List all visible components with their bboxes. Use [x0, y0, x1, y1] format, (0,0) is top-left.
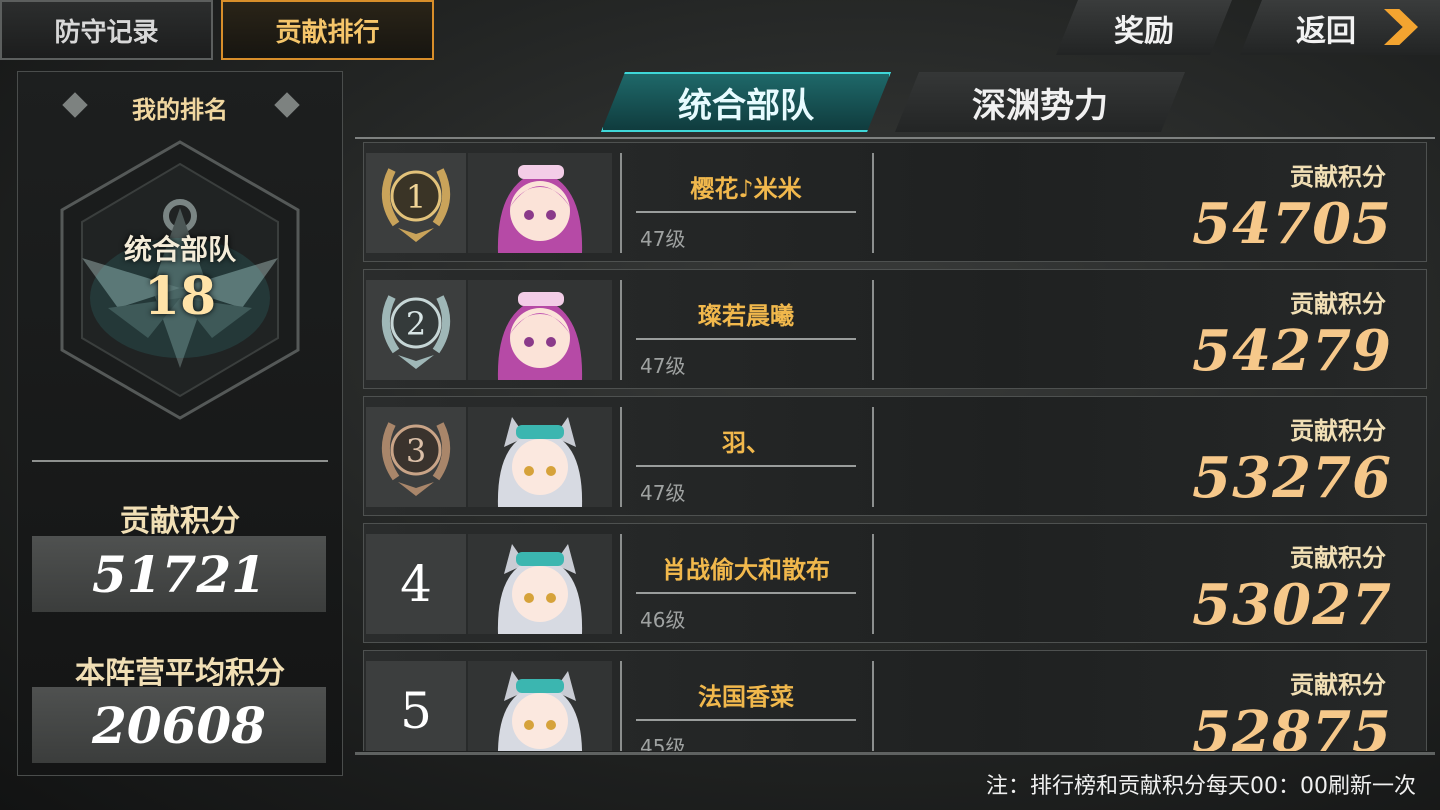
- back-button[interactable]: 返回: [1240, 0, 1440, 55]
- list-bottom-divider: [355, 752, 1435, 755]
- tab-defense-record-label: 防守记录: [54, 17, 159, 48]
- score-label: 贡献积分: [1290, 163, 1386, 191]
- column-separator: [872, 153, 874, 253]
- medal-number: 2: [406, 305, 426, 343]
- average-label: 本阵营平均积分: [75, 656, 285, 691]
- ranking-row-1[interactable]: 1 樱花♪米米 47级 贡献积分 54705: [363, 142, 1427, 262]
- player-avatar[interactable]: [468, 661, 612, 751]
- chevron-right-icon: [1384, 9, 1418, 45]
- player-avatar[interactable]: [468, 407, 612, 507]
- tab-defense-record[interactable]: 防守记录: [0, 0, 213, 60]
- rank-number: 4: [400, 555, 432, 613]
- silver-hair-catgirl-avatar-icon: [498, 671, 582, 751]
- player-name: 法国香菜: [698, 683, 794, 711]
- back-button-label: 返回: [1296, 13, 1356, 49]
- contribution-value: 51721: [92, 544, 266, 604]
- pink-hair-girl-avatar-icon: [497, 165, 583, 253]
- score-label: 贡献积分: [1290, 290, 1386, 318]
- column-separator: [872, 407, 874, 507]
- player-level: 47级: [640, 227, 686, 251]
- ranking-list[interactable]: 1 樱花♪米米 47级 贡献积分 54705 2 璨若晨曦 47级 贡献积分 5…: [363, 142, 1429, 751]
- player-avatar[interactable]: [468, 153, 612, 253]
- name-underline: [636, 211, 856, 213]
- emblem-rank-number: 18: [143, 266, 217, 327]
- contribution-value-box: 51721: [32, 536, 326, 612]
- ranking-area: 统合部队 深渊势力 1 樱花♪米米 47级 贡献积分 54705 2 璨若晨曦 …: [355, 64, 1440, 764]
- my-rank-title: 我的排名: [132, 96, 228, 124]
- player-name: 肖战偷大和散布: [662, 556, 830, 584]
- column-separator: [620, 153, 622, 253]
- rank-badge: 5: [366, 661, 466, 751]
- score-label: 贡献积分: [1290, 417, 1386, 445]
- name-underline: [636, 719, 856, 721]
- rank-badge: 4: [366, 534, 466, 634]
- average-value-box: 20608: [32, 687, 326, 763]
- score-value: 54705: [1192, 191, 1392, 257]
- column-separator: [872, 280, 874, 380]
- reward-button-label: 奖励: [1114, 13, 1174, 49]
- emblem-faction-name: 统合部队: [123, 233, 236, 266]
- player-level: 45级: [640, 735, 686, 751]
- player-level: 46级: [640, 608, 686, 632]
- tab-abyss-forces-label: 深渊势力: [972, 85, 1108, 126]
- column-separator: [620, 407, 622, 507]
- gold-laurel-medal-icon: 1: [382, 168, 450, 242]
- column-separator: [872, 534, 874, 634]
- column-separator: [620, 280, 622, 380]
- name-underline: [636, 338, 856, 340]
- score-value: 52875: [1192, 699, 1392, 751]
- player-name: 璨若晨曦: [698, 302, 794, 330]
- score-label: 贡献积分: [1290, 671, 1386, 699]
- tab-unified-forces[interactable]: 统合部队: [601, 72, 891, 132]
- rank-badge: 1: [366, 153, 466, 253]
- name-underline: [636, 465, 856, 467]
- ranking-row-4[interactable]: 4 肖战偷大和散布 46级 贡献积分 53027: [363, 523, 1427, 643]
- rank-number: 5: [400, 682, 432, 740]
- silver-hair-catgirl-avatar-icon: [497, 544, 583, 634]
- pink-hair-girl-avatar-icon: [497, 292, 583, 380]
- score-label: 贡献积分: [1290, 544, 1386, 572]
- player-name: 羽、: [722, 429, 770, 457]
- player-level: 47级: [640, 354, 686, 378]
- score-value: 53276: [1192, 445, 1392, 511]
- rank-badge: 2: [366, 280, 466, 380]
- contribution-label: 贡献积分: [120, 504, 240, 539]
- score-value: 53027: [1192, 572, 1392, 638]
- tab-contribution-ranking-label: 贡献排行: [275, 17, 380, 48]
- bronze-laurel-medal-icon: 3: [382, 422, 450, 496]
- silver-laurel-medal-icon: 2: [382, 295, 450, 369]
- player-name: 樱花♪米米: [690, 175, 802, 203]
- rank-badge: 3: [366, 407, 466, 507]
- silver-hair-catgirl-avatar-icon: [497, 417, 583, 507]
- ranking-row-3[interactable]: 3 羽、 47级 贡献积分 53276: [363, 396, 1427, 516]
- average-value: 20608: [92, 695, 266, 755]
- player-avatar[interactable]: [468, 534, 612, 634]
- tab-unified-forces-label: 统合部队: [678, 85, 814, 126]
- column-separator: [620, 661, 622, 751]
- tab-contribution-ranking[interactable]: 贡献排行: [221, 0, 434, 60]
- tab-abyss-forces[interactable]: 深渊势力: [895, 72, 1185, 132]
- column-separator: [620, 534, 622, 634]
- name-underline: [636, 592, 856, 594]
- my-rank-panel: 我的排名 统合部队 18 贡献积分 51721 本阵营平均积分 20608: [17, 71, 343, 776]
- tabs-divider: [355, 137, 1435, 139]
- ranking-row-2[interactable]: 2 璨若晨曦 47级 贡献积分 54279: [363, 269, 1427, 389]
- score-value: 54279: [1192, 318, 1392, 384]
- column-separator: [872, 661, 874, 751]
- player-avatar[interactable]: [468, 280, 612, 380]
- medal-number: 1: [406, 178, 426, 216]
- refresh-note: 注：排行榜和贡献积分每天00：00刷新一次: [986, 774, 1416, 799]
- reward-button[interactable]: 奖励: [1056, 0, 1232, 55]
- player-level: 47级: [640, 481, 686, 505]
- medal-number: 3: [406, 432, 426, 470]
- divider: [32, 460, 328, 462]
- ranking-row-5[interactable]: 5 法国香菜 45级 贡献积分 52875: [363, 650, 1427, 751]
- faction-emblem: 统合部队 18: [58, 138, 302, 422]
